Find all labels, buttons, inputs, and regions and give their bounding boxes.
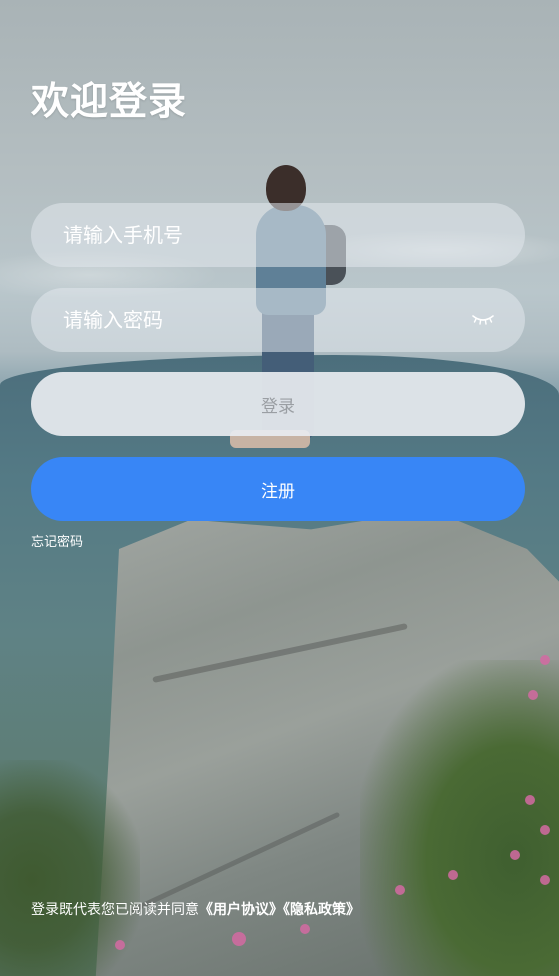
flower-decoration <box>300 924 310 934</box>
phone-field[interactable] <box>31 203 525 267</box>
flower-decoration <box>528 690 538 700</box>
page-title: 欢迎登录 <box>31 79 188 123</box>
password-field[interactable] <box>31 288 525 352</box>
password-input[interactable] <box>61 307 471 333</box>
forgot-password-link[interactable]: 忘记密码 <box>31 531 83 550</box>
flower-decoration <box>540 825 550 835</box>
eye-closed-icon[interactable] <box>471 312 495 328</box>
flower-decoration <box>115 940 125 950</box>
flower-decoration <box>232 932 246 946</box>
agreement-prefix: 登录既代表您已阅读并同意 <box>31 902 199 918</box>
login-screen: 欢迎登录 登录 注册 忘记密码 登录既代表您已阅读并同意《用户协议》《隐私政策》 <box>0 0 559 976</box>
flower-decoration <box>540 655 550 665</box>
background-greenery <box>360 660 559 976</box>
privacy-policy-link[interactable]: 《隐私政策》 <box>283 902 360 918</box>
login-button[interactable]: 登录 <box>31 372 525 436</box>
flower-decoration <box>448 870 458 880</box>
user-agreement-link[interactable]: 《用户协议》 <box>199 902 283 918</box>
flower-decoration <box>510 850 520 860</box>
agreement-notice: 登录既代表您已阅读并同意《用户协议》《隐私政策》 <box>31 899 360 919</box>
register-button[interactable]: 注册 <box>31 457 525 521</box>
flower-decoration <box>540 875 550 885</box>
flower-decoration <box>395 885 405 895</box>
phone-input[interactable] <box>61 222 495 248</box>
flower-decoration <box>525 795 535 805</box>
